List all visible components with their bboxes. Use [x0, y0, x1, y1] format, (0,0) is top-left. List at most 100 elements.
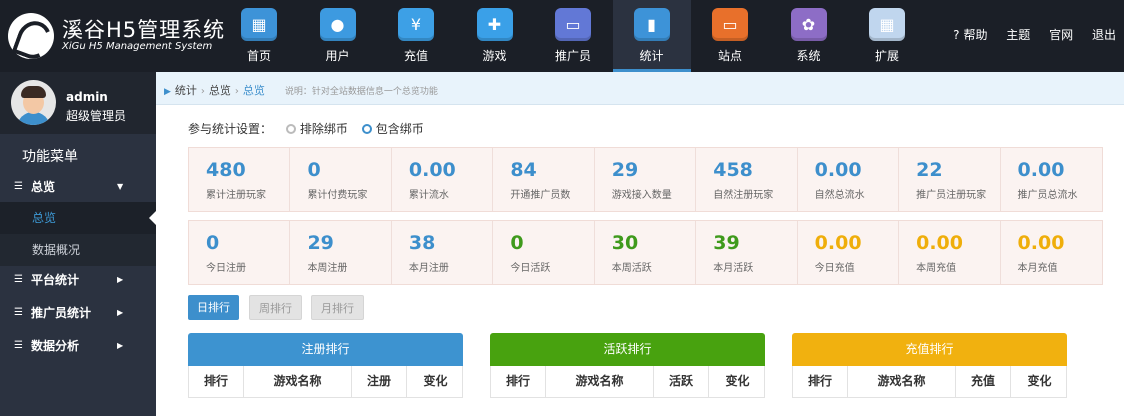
- logout-link[interactable]: 退出: [1092, 26, 1116, 43]
- stat-card: 0.00 本月充值: [1001, 221, 1102, 284]
- active-rank-table: 活跃 排行 排行 游戏名称 活跃 变化: [490, 333, 765, 416]
- sidebar-subitem-data-summary[interactable]: 数据概况: [0, 234, 156, 266]
- nav-item-6[interactable]: ▭ 站点: [691, 0, 769, 72]
- rank-column-header[interactable]: 游戏名称: [848, 366, 956, 397]
- stat-label: 本周充值: [916, 263, 957, 274]
- rank-column-header[interactable]: 变化: [709, 366, 766, 397]
- storefront-icon: ▦: [241, 8, 277, 41]
- stat-value: 0: [206, 232, 220, 254]
- rank-column-header[interactable]: 活跃: [654, 366, 709, 397]
- page-description: 说明：针对全站数据信息一个总览功能: [284, 87, 438, 97]
- rank-column-header[interactable]: 充值: [956, 366, 1011, 397]
- breadcrumb-item-overview[interactable]: 总览: [209, 84, 231, 97]
- stat-label: 累计流水: [408, 190, 449, 201]
- nav-label: 首页: [246, 49, 271, 63]
- stat-value: 29: [611, 159, 639, 181]
- rank-column-header[interactable]: 变化: [407, 366, 464, 397]
- stat-label: 今日活跃: [510, 263, 551, 274]
- stat-settings: 参与统计设置： 排除绑币 包含绑币: [188, 120, 424, 137]
- nav-item-3[interactable]: ✚ 游戏: [456, 0, 534, 72]
- tab-monthly-rank[interactable]: 月排行: [311, 295, 364, 320]
- help-link[interactable]: ? 帮助: [953, 26, 987, 43]
- stat-label: 游戏接入数量: [611, 190, 672, 201]
- menu-title: 功能菜单: [22, 149, 78, 165]
- user-role: 超级管理员: [66, 109, 127, 123]
- recharge-rank-table: 充值排行 排行 游戏名称 充值 变化: [792, 333, 1067, 416]
- avatar[interactable]: [11, 80, 56, 125]
- stat-value: 84: [510, 159, 537, 181]
- rank-column-header[interactable]: 排行: [793, 366, 848, 397]
- logo[interactable]: 溪谷H5管理系统 XiGu H5 Management System: [8, 10, 233, 62]
- chevron-right-icon: ▶: [117, 275, 124, 284]
- nav-label: 扩展: [874, 49, 899, 63]
- sidebar-item-platform-stats[interactable]: ☰ 平台统计 ▶: [0, 266, 156, 294]
- stat-value: 0.00: [814, 159, 862, 181]
- rank-column-header[interactable]: 游戏名称: [244, 366, 352, 397]
- sidebar-item-overview[interactable]: ☰ 总览 ▼: [0, 173, 156, 201]
- breadcrumb-item-stats[interactable]: 统计: [175, 84, 197, 97]
- radio-checked-icon: [361, 124, 372, 134]
- stat-card: 0.00 累计流水: [392, 148, 494, 211]
- nav-item-0[interactable]: ▦ 首页: [220, 0, 298, 72]
- stat-card: 30 本周活跃: [595, 221, 697, 284]
- sidebar-subitem-overview[interactable]: 总览: [0, 202, 156, 234]
- chevron-down-icon: ▼: [117, 182, 124, 191]
- stat-label: 累计付费玩家: [307, 190, 368, 201]
- register-rank-table: 注册排行 排行 游戏名称 注册 变化: [188, 333, 463, 416]
- stat-label: 开通推广员数: [510, 190, 571, 201]
- question-icon: ?: [953, 28, 960, 42]
- stat-card: 0 累计付费玩家: [290, 148, 392, 211]
- nav-item-8[interactable]: ▦ 扩展: [848, 0, 926, 72]
- top-right-links: ? 帮助 主题 官网 退出: [938, 26, 1116, 44]
- triangle-right-icon: ▶: [164, 87, 171, 97]
- rank-column-header[interactable]: 排行: [491, 366, 546, 397]
- breadcrumb: ▶ 统计 › 总览 › 总览 说明：针对全站数据信息一个总览功能: [164, 82, 438, 98]
- stat-value: 0.00: [916, 232, 963, 254]
- site-link[interactable]: 官网: [1049, 26, 1073, 43]
- nav-item-4[interactable]: ▭ 推广员: [534, 0, 612, 72]
- theme-link[interactable]: 主题: [1006, 26, 1030, 43]
- stat-label: 推广员总流水: [1017, 190, 1078, 201]
- rank-column-header[interactable]: 游戏名称: [546, 366, 654, 397]
- stat-value: 22: [916, 159, 943, 181]
- stat-card: 22 推广员注册玩家: [899, 148, 1001, 211]
- nav-label: 游戏: [482, 49, 507, 63]
- user-name: admin: [66, 90, 108, 104]
- nav-item-7[interactable]: ✿ 系统: [770, 0, 848, 72]
- stat-card: 84 开通推广员数: [493, 148, 595, 211]
- radio-exclude-bound-coins[interactable]: 排除绑币: [276, 122, 348, 136]
- radio-include-bound-coins[interactable]: 包含绑币: [352, 122, 424, 136]
- stat-label: 本月充值: [1017, 263, 1058, 274]
- nav-label: 充值: [403, 49, 428, 63]
- sidebar-item-promoter-stats[interactable]: ☰ 推广员统计 ▶: [0, 299, 156, 327]
- stat-label: 推广员注册玩家: [916, 190, 987, 201]
- wallet-icon: ¥: [398, 8, 434, 41]
- stat-label: 自然总流水: [814, 190, 865, 201]
- stat-settings-label: 参与统计设置：: [188, 122, 273, 136]
- rank-column-header[interactable]: 注册: [352, 366, 407, 397]
- rank-table-header-row: 排行 游戏名称 活跃 变化: [490, 366, 765, 398]
- logo-icon: [8, 13, 54, 59]
- stat-card: 38 本月注册: [392, 221, 494, 284]
- stat-card: 458 自然注册玩家: [696, 148, 798, 211]
- nav-item-5[interactable]: ▮ 统计: [612, 0, 691, 72]
- list-icon: ☰: [14, 274, 23, 285]
- stat-value: 480: [206, 159, 246, 181]
- stat-card: 0.00 推广员总流水: [1001, 148, 1102, 211]
- stat-label: 本周注册: [307, 263, 348, 274]
- breadcrumb-separator-icon: ›: [234, 86, 239, 97]
- breadcrumb-bar: ▶ 统计 › 总览 › 总览 说明：针对全站数据信息一个总览功能: [156, 72, 1124, 105]
- nav-label: 统计: [639, 49, 664, 63]
- rank-column-header[interactable]: 排行: [189, 366, 244, 397]
- stat-value: 0: [510, 232, 524, 254]
- stat-card: 0.00 自然总流水: [798, 148, 900, 211]
- tab-daily-rank[interactable]: 日排行: [188, 295, 239, 320]
- stat-value: 29: [307, 232, 334, 254]
- rank-column-header[interactable]: 变化: [1011, 366, 1068, 397]
- nav-item-2[interactable]: ¥ 充值: [377, 0, 455, 72]
- sidebar-item-data-analysis[interactable]: ☰ 数据分析 ▶: [0, 332, 156, 360]
- nav-label: 系统: [796, 49, 821, 63]
- stat-card: 480 累计注册玩家: [189, 148, 291, 211]
- nav-item-1[interactable]: ● 用户: [299, 0, 377, 72]
- tab-weekly-rank[interactable]: 周排行: [249, 295, 302, 320]
